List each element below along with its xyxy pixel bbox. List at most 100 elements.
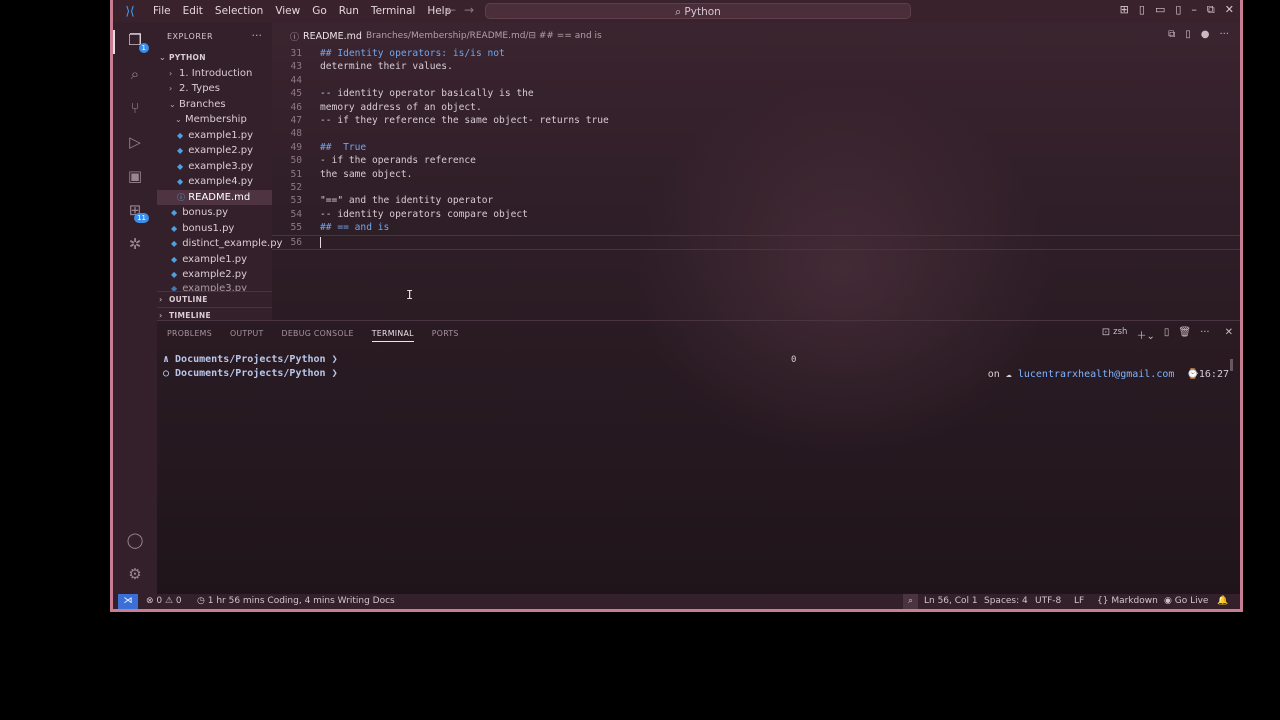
more-actions-icon[interactable]: ··· [252,29,263,42]
wakatime-status[interactable]: ◷ 1 hr 56 mins Coding, 4 mins Writing Do… [197,594,395,609]
go-live-button[interactable]: ◉ Go Live [1164,594,1208,609]
file-item[interactable]: ◆ example2.py [157,143,272,159]
code-line[interactable]: 45 -- identity operator basically is the [272,87,1240,100]
code-line[interactable]: 48 [272,127,1240,140]
folder-item[interactable]: › 1. Introduction [157,66,272,82]
tab-problems[interactable]: PROBLEMS [167,329,212,342]
menu-run[interactable]: Run [333,5,365,17]
close-panel-icon[interactable]: ✕ [1225,327,1233,342]
unsaved-dot-icon[interactable]: ● [1201,29,1210,40]
code-editor[interactable]: 31 ## Identity operators: is/is not 43 dete… [272,47,1240,317]
maximize-icon[interactable]: ⧉ [1207,3,1215,17]
file-item[interactable]: ◆ example1.py [157,128,272,144]
cursor-position[interactable]: Ln 56, Col 1 [924,594,978,609]
code-line[interactable]: 44 [272,74,1240,87]
file-item[interactable]: ◆ example2.py [157,267,272,283]
more-actions-icon[interactable]: ··· [1200,327,1210,342]
problems-status[interactable]: ⊗ 0 ⚠ 0 [146,594,182,609]
kubernetes-icon[interactable]: ✲ [125,234,145,254]
code-text: -- if they reference the same object- re… [320,115,609,126]
code-line[interactable]: 52 [272,181,1240,194]
tab-terminal[interactable]: TERMINAL [371,329,414,342]
menu-file[interactable]: File [147,5,177,17]
tab-output[interactable]: OUTPUT [230,329,264,342]
python-file-icon: ◆ [177,130,184,140]
search-icon[interactable]: ⌕ [125,64,145,84]
split-terminal-icon[interactable]: ▯ [1164,327,1170,342]
end-of-line[interactable]: LF [1074,594,1084,609]
nav-arrows[interactable]: ←→ [446,3,482,17]
source-control-icon[interactable]: ⑂ [125,98,145,118]
code-line[interactable]: 50 - if the operands reference [272,154,1240,167]
language-mode[interactable]: {} Markdown [1097,594,1158,609]
tab-ports[interactable]: PORTS [432,329,459,342]
code-line[interactable]: 51 the same object. [272,168,1240,181]
file-item[interactable]: ◆ example4.py [157,174,272,190]
terminal-prompt: ○ Documents/Projects/Python ❯ [163,368,338,379]
code-text: the same object. [320,168,413,180]
terminal[interactable]: ∧ Documents/Projects/Python ❯ 0 ○ Docume… [157,351,1240,591]
zoom-icon[interactable]: ⌕ [903,594,919,609]
file-item[interactable]: ◆ example3.py [157,283,272,291]
minimize-icon[interactable]: – [1191,3,1197,17]
kill-terminal-icon[interactable]: 🗑 [1178,327,1191,342]
close-icon[interactable]: ✕ [1225,3,1234,17]
code-line[interactable]: 54 -- identity operators compare object [272,208,1240,221]
code-line[interactable]: 55 ## == and is [272,221,1240,234]
file-item[interactable]: ◆ bonus1.py [157,221,272,237]
breadcrumb[interactable]: Branches/Membership/README.md/⊟ ## == an… [366,31,602,41]
shell-name[interactable]: zsh [1113,327,1127,342]
remote-explorer-icon[interactable]: ▣ [125,166,145,186]
menu-selection[interactable]: Selection [209,5,269,17]
prompt-time: ⌚16:27 [1186,369,1229,380]
file-item[interactable]: ◆ distinct_example.py [157,236,282,252]
code-line[interactable]: 31 ## Identity operators: is/is not [272,47,1240,60]
run-debug-icon[interactable]: ▷ [125,132,145,152]
open-preview-icon[interactable]: ⧉ [1168,29,1175,40]
encoding[interactable]: UTF-8 [1035,594,1061,609]
terminal-scrollbar[interactable] [1230,359,1233,371]
code-line[interactable]: 47 -- if they reference the same object- … [272,114,1240,127]
customize-layout-icon[interactable]: ⊞ [1120,3,1129,17]
code-line[interactable]: 43 determine their values. [272,60,1240,73]
explorer-icon[interactable]: ❐ 1 [125,30,149,53]
menu-terminal[interactable]: Terminal [365,5,421,17]
notifications-bell-icon[interactable]: 🔔 [1217,594,1228,609]
toggle-panel-icon[interactable]: ▭ [1155,3,1165,17]
file-item-selected[interactable]: ⓘ README.md [157,189,272,205]
code-line[interactable]: 46 memory address of an object. [272,101,1240,114]
explorer-sidebar: EXPLORER ··· ⌄ PYTHON › 1. Introduction › 2… [157,22,282,320]
file-item[interactable]: ◆ example1.py [157,252,272,268]
python-file-icon: ◆ [177,146,184,155]
chevron-down-icon: ⌄ [169,99,176,109]
accounts-icon[interactable]: ◯ [125,530,145,550]
more-actions-icon[interactable]: ··· [1219,29,1229,40]
code-line[interactable]: 49 ## True [272,141,1240,154]
menu-view[interactable]: View [269,5,306,17]
command-center[interactable]: ⌕ Python [485,3,911,19]
indentation[interactable]: Spaces: 4 [984,594,1028,609]
folder-item[interactable]: › 2. Types [157,81,272,97]
toggle-sidebar-icon[interactable]: ▯ [1139,3,1145,17]
new-terminal-icon[interactable]: ＋⌄ [1136,327,1154,342]
file-item[interactable]: ◆ bonus.py [157,205,272,221]
tab-debug-console[interactable]: DEBUG CONSOLE [282,329,354,342]
extensions-icon[interactable]: ⊞ 11 [125,200,149,223]
outline-section[interactable]: › OUTLINE [157,290,272,308]
settings-gear-icon[interactable]: ⚙ [125,564,145,584]
menu-edit[interactable]: Edit [177,5,209,17]
folder-item[interactable]: ⌄ Branches [157,97,272,113]
chevron-right-icon: › [159,294,163,304]
toggle-secondary-sidebar-icon[interactable]: ▯ [1175,3,1181,17]
menu-go[interactable]: Go [306,5,333,17]
activity-bar: ❐ 1 ⌕ ⑂ ▷ ▣ ⊞ 11 ✲ ◯ ⚙ [113,22,157,594]
split-editor-icon[interactable]: ▯ [1185,29,1191,40]
code-line[interactable]: 56 [272,234,1240,250]
code-line[interactable]: 53 "==" and the identity operator [272,194,1240,207]
info-file-icon: ⓘ [177,192,185,202]
remote-indicator-icon[interactable]: ⋊ [118,594,138,609]
folder-item[interactable]: ⌄ Membership [157,112,272,128]
folder-root[interactable]: ⌄ PYTHON [157,50,272,66]
tab-readme[interactable]: README.md [303,31,362,42]
file-item[interactable]: ◆ example3.py [157,159,272,175]
